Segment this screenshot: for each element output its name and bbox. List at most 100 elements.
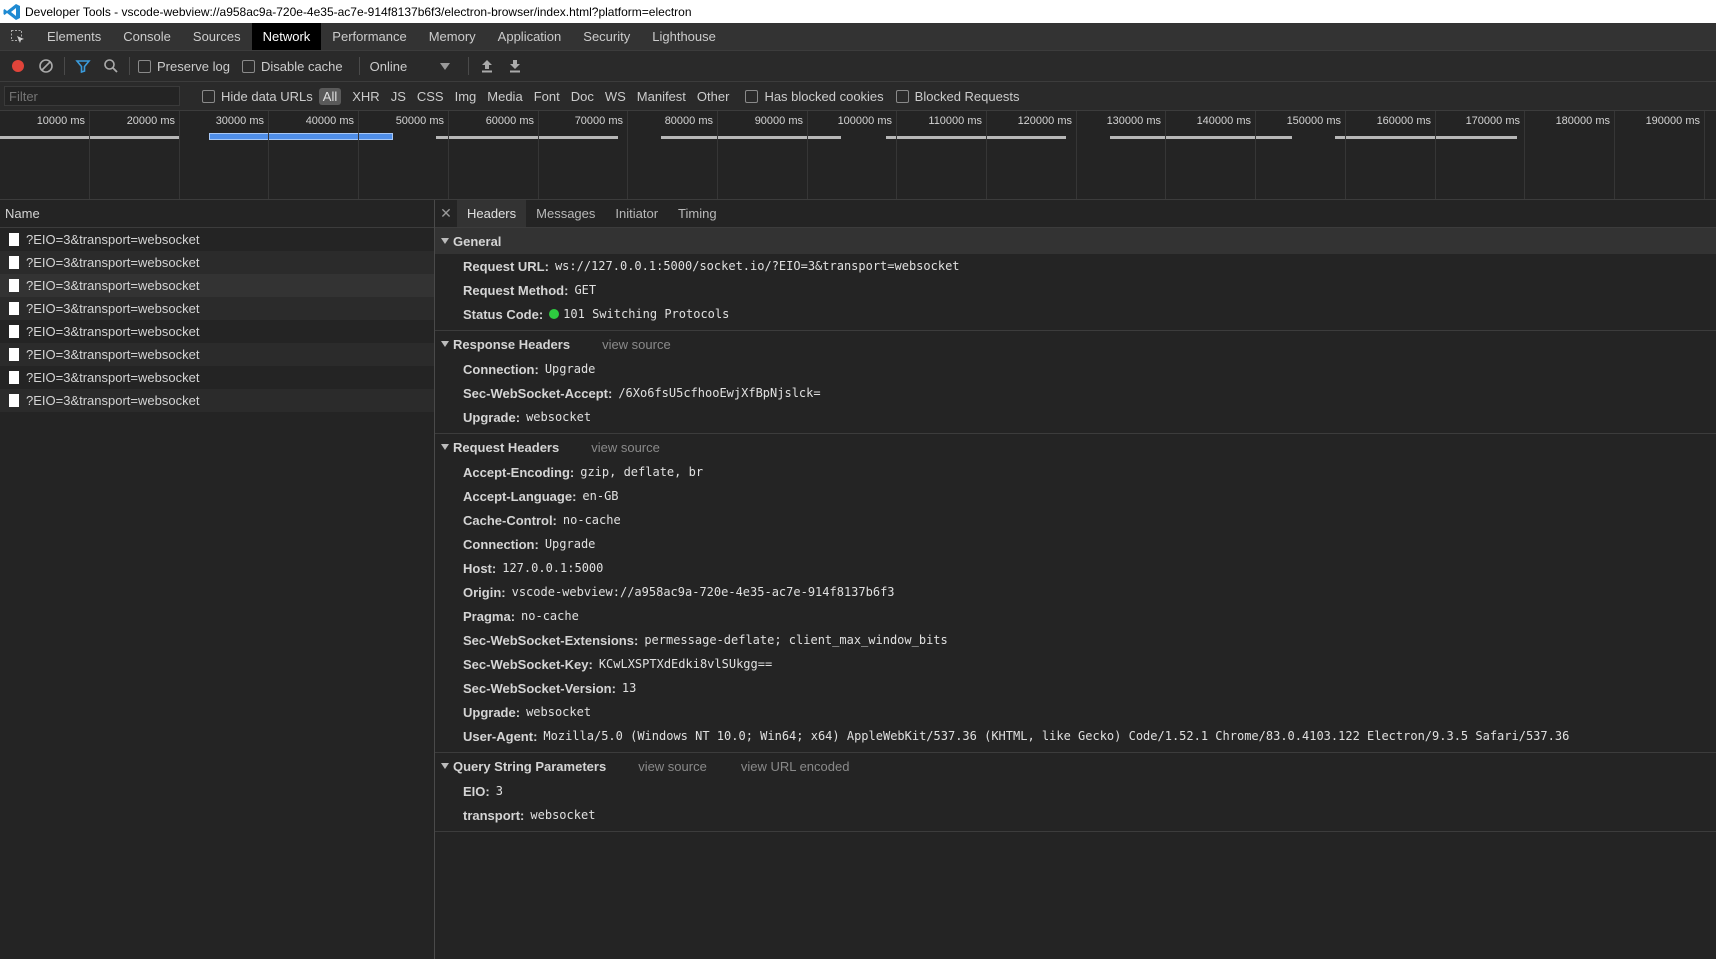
overview-tick-label: 110000 ms xyxy=(928,115,982,127)
hide-data-urls-box[interactable] xyxy=(202,89,215,103)
overview-gridline xyxy=(1255,111,1256,199)
header-row: Connection: Upgrade xyxy=(435,357,1716,381)
type-filter-other[interactable]: Other xyxy=(697,89,730,104)
close-icon[interactable]: ✕ xyxy=(435,205,457,222)
view-source-link[interactable]: view source xyxy=(591,440,660,455)
type-filter-all[interactable]: All xyxy=(318,87,342,105)
header-key: Status Code: xyxy=(463,306,544,322)
disable-cache-box[interactable] xyxy=(241,59,255,73)
type-filter-xhr[interactable]: XHR xyxy=(352,89,379,104)
overview-tick-label: 180000 ms xyxy=(1555,115,1610,127)
toolbar-divider xyxy=(358,57,360,75)
header-value: GET xyxy=(574,283,597,297)
overview-gridline xyxy=(89,111,90,199)
overview-gridline xyxy=(179,111,180,199)
header-value: ws://127.0.0.1:5000/socket.io/?EIO=3&tra… xyxy=(554,259,960,273)
type-filter-doc[interactable]: Doc xyxy=(571,89,594,104)
param-key: EIO: xyxy=(463,783,490,799)
view-source-link[interactable]: view source xyxy=(638,759,707,774)
filter-input[interactable] xyxy=(4,86,180,106)
blocked-requests-box[interactable] xyxy=(895,89,909,103)
filter-icon[interactable] xyxy=(69,52,97,80)
network-toolbar: Preserve log Disable cache Online xyxy=(0,51,1716,82)
overview-tick-label: 30000 ms xyxy=(215,115,264,127)
tab-lighthouse[interactable]: Lighthouse xyxy=(641,23,727,50)
preserve-log-checkbox[interactable]: Preserve log xyxy=(138,59,230,74)
query-params-header[interactable]: Query String Parameters view source view… xyxy=(435,753,1716,779)
window-title: Developer Tools - vscode-webview://a958a… xyxy=(25,4,692,19)
tab-elements[interactable]: Elements xyxy=(36,23,112,50)
tab-headers[interactable]: Headers xyxy=(457,200,527,227)
header-row: Cache-Control: no-cache xyxy=(435,508,1716,532)
has-blocked-cookies-box[interactable] xyxy=(745,89,759,103)
type-filter-js[interactable]: JS xyxy=(391,89,406,104)
request-row[interactable]: ?EIO=3&transport=websocket xyxy=(0,274,434,297)
header-row: Accept-Language: en-GB xyxy=(435,484,1716,508)
throttling-select[interactable]: Online xyxy=(370,59,450,74)
header-row: Sec-WebSocket-Key: KCwLXSPTXdEdki8vlSUkgg… xyxy=(435,652,1716,676)
hide-data-urls-checkbox[interactable]: Hide data URLs xyxy=(202,89,313,104)
overview-bar xyxy=(886,136,1066,139)
type-filter-css[interactable]: CSS xyxy=(417,89,444,104)
header-value: Mozilla/5.0 (Windows NT 10.0; Win64; x64… xyxy=(543,729,1570,743)
response-headers-header[interactable]: Response Headers view source xyxy=(435,331,1716,357)
record-icon[interactable] xyxy=(4,52,32,80)
tab-initiator[interactable]: Initiator xyxy=(605,200,668,227)
has-blocked-cookies-checkbox[interactable]: Has blocked cookies xyxy=(745,89,884,104)
clear-icon[interactable] xyxy=(32,52,60,80)
request-row[interactable]: ?EIO=3&transport=websocket xyxy=(0,251,434,274)
request-row[interactable]: ?EIO=3&transport=websocket xyxy=(0,343,434,366)
timeline-overview[interactable]: 10000 ms 20000 ms 30000 ms 40000 ms 50000 ms… xyxy=(0,111,1716,200)
disable-cache-checkbox[interactable]: Disable cache xyxy=(241,59,343,74)
type-filter-font[interactable]: Font xyxy=(534,89,560,104)
tab-timing[interactable]: Timing xyxy=(668,200,727,227)
request-row[interactable]: ?EIO=3&transport=websocket xyxy=(0,366,434,389)
query-params-section: Query String Parameters view source view… xyxy=(435,753,1716,832)
column-header-name[interactable]: Name xyxy=(0,200,434,228)
view-source-link[interactable]: view source xyxy=(602,337,671,352)
preserve-log-box[interactable] xyxy=(138,59,151,73)
tab-network[interactable]: Network xyxy=(251,23,322,50)
type-filter-media[interactable]: Media xyxy=(487,89,522,104)
type-filter-manifest[interactable]: Manifest xyxy=(637,89,686,104)
inspect-icon[interactable] xyxy=(0,23,36,50)
general-header[interactable]: General xyxy=(435,228,1716,254)
tab-console[interactable]: Console xyxy=(112,23,182,50)
websocket-icon xyxy=(9,325,19,338)
websocket-icon xyxy=(9,233,19,246)
request-headers-title: Request Headers xyxy=(453,439,560,455)
overview-tick-label: 150000 ms xyxy=(1286,115,1341,127)
download-icon[interactable] xyxy=(501,52,529,80)
general-title: General xyxy=(453,233,502,249)
tab-performance[interactable]: Performance xyxy=(321,23,417,50)
request-row[interactable]: ?EIO=3&transport=websocket xyxy=(0,297,434,320)
tab-security[interactable]: Security xyxy=(572,23,641,50)
type-filter-ws[interactable]: WS xyxy=(605,89,626,104)
websocket-icon xyxy=(9,371,19,384)
request-headers-header[interactable]: Request Headers view source xyxy=(435,434,1716,460)
upload-icon[interactable] xyxy=(473,52,501,80)
request-name: ?EIO=3&transport=websocket xyxy=(26,370,200,385)
overview-gridline xyxy=(896,111,897,199)
tab-sources[interactable]: Sources xyxy=(182,23,252,50)
overview-gridline xyxy=(358,111,359,199)
vscode-logo-icon xyxy=(3,3,21,21)
request-row[interactable]: ?EIO=3&transport=websocket xyxy=(0,389,434,412)
request-row[interactable]: ?EIO=3&transport=websocket xyxy=(0,228,434,251)
type-filter-img[interactable]: Img xyxy=(455,89,477,104)
request-name: ?EIO=3&transport=websocket xyxy=(26,324,200,339)
response-headers-title: Response Headers xyxy=(453,336,571,352)
overview-tick-label: 140000 ms xyxy=(1196,115,1251,127)
header-key: Sec-WebSocket-Version: xyxy=(463,680,616,696)
overview-selection[interactable] xyxy=(209,133,393,140)
tab-application[interactable]: Application xyxy=(487,23,573,50)
tab-memory[interactable]: Memory xyxy=(418,23,487,50)
throttling-value: Online xyxy=(369,58,408,74)
request-row[interactable]: ?EIO=3&transport=websocket xyxy=(0,320,434,343)
request-details: ✕ Headers Messages Initiator Timing Gene… xyxy=(435,200,1716,959)
view-url-encoded-link[interactable]: view URL encoded xyxy=(741,759,850,774)
search-icon[interactable] xyxy=(97,52,125,80)
blocked-requests-checkbox[interactable]: Blocked Requests xyxy=(895,89,1019,104)
tab-messages[interactable]: Messages xyxy=(526,200,605,227)
header-row: Connection: Upgrade xyxy=(435,532,1716,556)
